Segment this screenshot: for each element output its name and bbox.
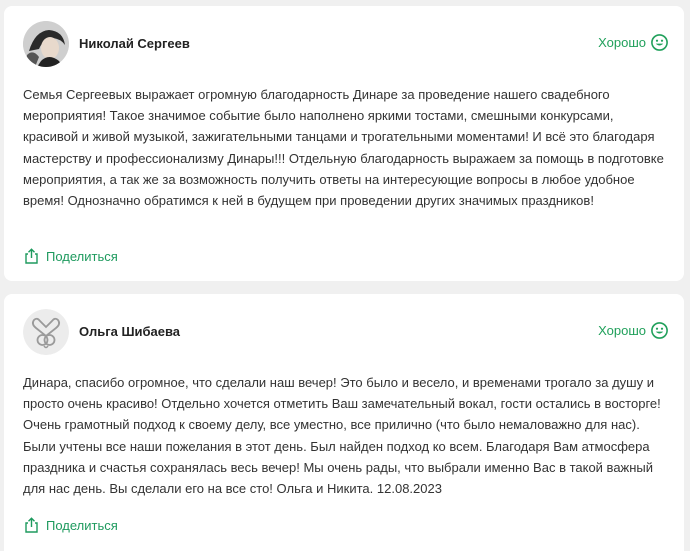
review-text: Семья Сергеевых выражает огромную благод… <box>23 87 664 209</box>
rating: Хорошо <box>598 34 668 51</box>
rating: Хорошо <box>598 322 668 339</box>
review-card: Ольга Шибаева Хорошо Динара, спасибо огр… <box>4 294 684 551</box>
review-author[interactable]: Ольга Шибаева <box>79 324 180 339</box>
avatar-photo <box>23 21 69 67</box>
rings-logo-icon <box>23 309 69 355</box>
smile-icon <box>651 34 668 51</box>
rating-label: Хорошо <box>598 323 646 338</box>
review-author[interactable]: Николай Сергеев <box>79 36 190 51</box>
share-label: Поделиться <box>46 517 118 533</box>
avatar[interactable] <box>23 21 69 67</box>
review-text: Динара, спасибо огромное, что сделали на… <box>23 375 661 497</box>
share-button[interactable]: Поделиться <box>24 248 118 264</box>
share-label: Поделиться <box>46 248 118 264</box>
rating-label: Хорошо <box>598 35 646 50</box>
share-button[interactable]: Поделиться <box>24 517 118 533</box>
smile-icon <box>651 322 668 339</box>
share-icon <box>25 517 38 533</box>
avatar[interactable] <box>23 309 69 355</box>
share-icon <box>25 248 38 264</box>
review-card: Николай Сергеев Хорошо Семья Сергеевых в… <box>4 6 684 281</box>
